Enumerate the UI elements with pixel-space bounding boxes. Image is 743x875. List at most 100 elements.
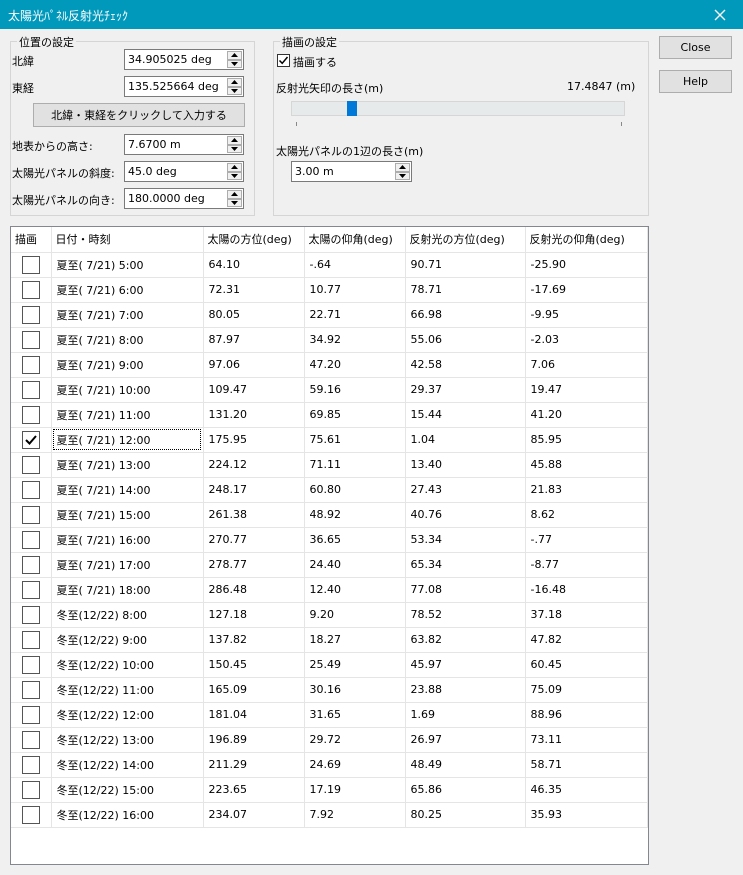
row-sun-elevation[interactable]: 18.27 bbox=[304, 627, 406, 653]
row-sun-azimuth[interactable]: 224.12 bbox=[203, 452, 305, 478]
row-reflect-elevation[interactable]: 88.96 bbox=[525, 702, 648, 728]
row-reflect-elevation[interactable]: 58.71 bbox=[525, 752, 648, 778]
table-row[interactable]: 夏至( 7/21) 16:00 270.77 36.65 53.34 -.77 bbox=[11, 527, 648, 553]
row-draw-cell[interactable] bbox=[11, 677, 52, 703]
table-row[interactable]: 夏至( 7/21) 10:00 109.47 59.16 29.37 19.47 bbox=[11, 377, 648, 403]
row-sun-elevation[interactable]: 30.16 bbox=[304, 677, 406, 703]
row-sun-azimuth[interactable]: 127.18 bbox=[203, 602, 305, 628]
table-row[interactable]: 冬至(12/22) 10:00 150.45 25.49 45.97 60.45 bbox=[11, 652, 648, 678]
row-reflect-azimuth[interactable]: 77.08 bbox=[405, 577, 526, 603]
row-draw-cell[interactable] bbox=[11, 777, 52, 803]
row-draw-checkbox[interactable] bbox=[21, 455, 40, 474]
column-header[interactable]: 描画 bbox=[11, 227, 52, 253]
row-draw-cell[interactable] bbox=[11, 402, 52, 428]
height-up-button[interactable] bbox=[227, 136, 242, 145]
latitude-up-button[interactable] bbox=[227, 51, 242, 60]
row-datetime[interactable]: 冬至(12/22) 8:00 bbox=[51, 602, 204, 628]
row-sun-azimuth[interactable]: 72.31 bbox=[203, 277, 305, 303]
table-row[interactable]: 夏至( 7/21) 8:00 87.97 34.92 55.06 -2.03 bbox=[11, 327, 648, 353]
row-sun-elevation[interactable]: 60.80 bbox=[304, 477, 406, 503]
row-reflect-azimuth[interactable]: 29.37 bbox=[405, 377, 526, 403]
row-sun-elevation[interactable]: 31.65 bbox=[304, 702, 406, 728]
table-row[interactable]: 夏至( 7/21) 14:00 248.17 60.80 27.43 21.83 bbox=[11, 477, 648, 503]
row-datetime[interactable]: 夏至( 7/21) 8:00 bbox=[51, 327, 204, 353]
table-row[interactable]: 夏至( 7/21) 9:00 97.06 47.20 42.58 7.06 bbox=[11, 352, 648, 378]
row-draw-checkbox[interactable] bbox=[21, 405, 40, 424]
row-sun-azimuth[interactable]: 196.89 bbox=[203, 727, 305, 753]
row-datetime[interactable]: 夏至( 7/21) 5:00 bbox=[51, 252, 204, 278]
row-draw-checkbox[interactable] bbox=[21, 780, 40, 799]
row-sun-elevation[interactable]: 24.69 bbox=[304, 752, 406, 778]
row-reflect-azimuth[interactable]: 23.88 bbox=[405, 677, 526, 703]
latitude-spinner[interactable]: 34.905025 deg bbox=[124, 49, 244, 70]
row-datetime[interactable]: 夏至( 7/21) 14:00 bbox=[51, 477, 204, 503]
row-draw-cell[interactable] bbox=[11, 277, 52, 303]
row-datetime[interactable]: 夏至( 7/21) 7:00 bbox=[51, 302, 204, 328]
row-draw-checkbox[interactable] bbox=[21, 580, 40, 599]
row-draw-cell[interactable] bbox=[11, 477, 52, 503]
row-sun-elevation[interactable]: 48.92 bbox=[304, 502, 406, 528]
row-draw-checkbox[interactable] bbox=[21, 530, 40, 549]
panel-side-spinner[interactable]: 3.00 m bbox=[291, 161, 412, 182]
row-sun-elevation[interactable]: 7.92 bbox=[304, 802, 406, 828]
row-reflect-elevation[interactable]: -8.77 bbox=[525, 552, 648, 578]
row-reflect-elevation[interactable]: 37.18 bbox=[525, 602, 648, 628]
row-datetime[interactable]: 夏至( 7/21) 16:00 bbox=[51, 527, 204, 553]
row-reflect-azimuth[interactable]: 48.49 bbox=[405, 752, 526, 778]
longitude-spinner[interactable]: 135.525664 deg bbox=[124, 76, 244, 97]
draw-checkbox[interactable] bbox=[277, 54, 290, 67]
column-header[interactable]: 反射光の方位(deg) bbox=[405, 227, 526, 253]
arrow-length-slider-thumb[interactable] bbox=[347, 101, 357, 116]
pick-location-button[interactable]: 北緯・東経をクリックして入力する bbox=[33, 103, 245, 127]
row-draw-checkbox[interactable] bbox=[21, 480, 40, 499]
row-sun-azimuth[interactable]: 109.47 bbox=[203, 377, 305, 403]
table-row[interactable]: 冬至(12/22) 11:00 165.09 30.16 23.88 75.09 bbox=[11, 677, 648, 703]
tilt-down-button[interactable] bbox=[227, 171, 242, 180]
table-row[interactable]: 夏至( 7/21) 13:00 224.12 71.11 13.40 45.88 bbox=[11, 452, 648, 478]
row-reflect-azimuth[interactable]: 1.04 bbox=[405, 427, 526, 453]
row-sun-elevation[interactable]: 24.40 bbox=[304, 552, 406, 578]
row-reflect-azimuth[interactable]: 63.82 bbox=[405, 627, 526, 653]
row-sun-azimuth[interactable]: 87.97 bbox=[203, 327, 305, 353]
results-table[interactable]: 描画 日付・時刻 太陽の方位(deg) 太陽の仰角(deg) 反射光の方位(de… bbox=[10, 226, 649, 865]
row-draw-checkbox[interactable] bbox=[21, 505, 40, 524]
row-reflect-azimuth[interactable]: 90.71 bbox=[405, 252, 526, 278]
azimuth-up-button[interactable] bbox=[227, 190, 242, 199]
row-draw-cell[interactable] bbox=[11, 502, 52, 528]
row-sun-elevation[interactable]: 47.20 bbox=[304, 352, 406, 378]
row-datetime[interactable]: 夏至( 7/21) 13:00 bbox=[51, 452, 204, 478]
column-header[interactable]: 太陽の方位(deg) bbox=[203, 227, 305, 253]
row-sun-azimuth[interactable]: 97.06 bbox=[203, 352, 305, 378]
row-sun-azimuth[interactable]: 234.07 bbox=[203, 802, 305, 828]
row-draw-cell[interactable] bbox=[11, 552, 52, 578]
table-row[interactable]: 夏至( 7/21) 6:00 72.31 10.77 78.71 -17.69 bbox=[11, 277, 648, 303]
row-datetime[interactable]: 夏至( 7/21) 12:00 bbox=[51, 427, 204, 453]
row-sun-azimuth[interactable]: 137.82 bbox=[203, 627, 305, 653]
azimuth-spinner[interactable]: 180.0000 deg bbox=[124, 188, 244, 209]
row-reflect-azimuth[interactable]: 13.40 bbox=[405, 452, 526, 478]
row-datetime[interactable]: 冬至(12/22) 14:00 bbox=[51, 752, 204, 778]
row-reflect-elevation[interactable]: -16.48 bbox=[525, 577, 648, 603]
row-reflect-elevation[interactable]: 75.09 bbox=[525, 677, 648, 703]
table-row[interactable]: 冬至(12/22) 8:00 127.18 9.20 78.52 37.18 bbox=[11, 602, 648, 628]
tilt-spinner[interactable]: 45.0 deg bbox=[124, 161, 244, 182]
row-sun-azimuth[interactable]: 64.10 bbox=[203, 252, 305, 278]
row-sun-azimuth[interactable]: 286.48 bbox=[203, 577, 305, 603]
row-reflect-azimuth[interactable]: 78.71 bbox=[405, 277, 526, 303]
row-draw-checkbox[interactable] bbox=[21, 605, 40, 624]
row-draw-cell[interactable] bbox=[11, 727, 52, 753]
row-reflect-azimuth[interactable]: 45.97 bbox=[405, 652, 526, 678]
row-draw-checkbox[interactable] bbox=[21, 305, 40, 324]
table-row[interactable]: 夏至( 7/21) 5:00 64.10 -.64 90.71 -25.90 bbox=[11, 252, 648, 278]
row-draw-checkbox[interactable] bbox=[21, 380, 40, 399]
row-reflect-azimuth[interactable]: 15.44 bbox=[405, 402, 526, 428]
row-sun-azimuth[interactable]: 181.04 bbox=[203, 702, 305, 728]
row-sun-azimuth[interactable]: 150.45 bbox=[203, 652, 305, 678]
row-reflect-elevation[interactable]: 47.82 bbox=[525, 627, 648, 653]
table-row[interactable]: 夏至( 7/21) 7:00 80.05 22.71 66.98 -9.95 bbox=[11, 302, 648, 328]
table-row[interactable]: 夏至( 7/21) 11:00 131.20 69.85 15.44 41.20 bbox=[11, 402, 648, 428]
row-sun-elevation[interactable]: 59.16 bbox=[304, 377, 406, 403]
azimuth-down-button[interactable] bbox=[227, 198, 242, 207]
table-row[interactable]: 夏至( 7/21) 17:00 278.77 24.40 65.34 -8.77 bbox=[11, 552, 648, 578]
row-sun-elevation[interactable]: 22.71 bbox=[304, 302, 406, 328]
